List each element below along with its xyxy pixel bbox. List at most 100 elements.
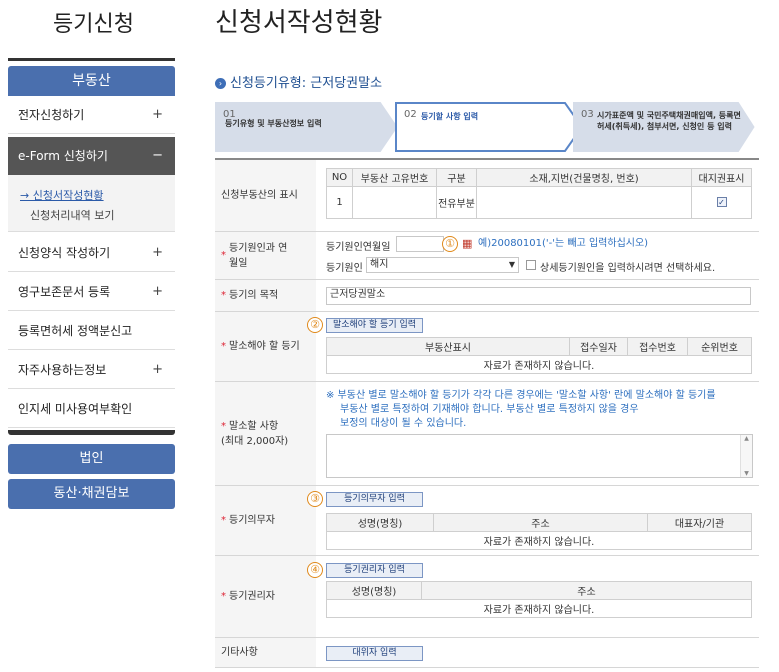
detail-cause-checkbox[interactable]: [526, 260, 536, 270]
collapse-icon: −: [152, 148, 163, 163]
obligor-table: 성명(명칭) 주소 대표자/기관 자료가 존재하지 않습니다.: [326, 513, 752, 550]
scroll-down-icon[interactable]: ▼: [741, 470, 752, 477]
required-mark: *: [221, 250, 226, 261]
obligor-input-button[interactable]: 등기의무자 입력: [326, 492, 423, 507]
sidebar-item-frequent[interactable]: 자주사용하는정보 +: [8, 351, 175, 389]
table-row: 1 전유부분 ✓: [326, 186, 752, 219]
step-indicator: 01 등기유형 및 부동산정보 입력 02 등기할 사항 입력 03 시가표준액…: [215, 102, 755, 152]
cell-land-right: ✓: [691, 186, 752, 219]
sidebar-divider: [8, 58, 175, 61]
col-name: 성명(명칭): [326, 513, 434, 532]
sidebar-item-label: 영구보존문서 등록: [18, 285, 111, 299]
purpose-input[interactable]: 근저당권말소: [326, 287, 751, 305]
empty-message: 자료가 존재하지 않습니다.: [326, 531, 752, 550]
cancel-item-textarea[interactable]: ▲ ▼: [326, 434, 753, 478]
required-mark: *: [221, 290, 226, 301]
step-num: 03: [581, 109, 594, 120]
col-address: 주소: [433, 513, 648, 532]
step-2-shape: [395, 102, 584, 152]
sidebar-item-label: e-Form 신청하기: [18, 149, 108, 163]
cancel-item-note: ※ 부동산 별로 말소해야 할 등기가 각각 다른 경우에는 '말소할 사항' …: [326, 390, 716, 429]
table-header: 성명(명칭) 주소: [326, 581, 752, 600]
marker-4: ④: [307, 562, 323, 578]
expand-icon: +: [152, 362, 163, 377]
sidebar-item-label: 자주사용하는정보: [18, 363, 107, 377]
col-address: 주소: [421, 581, 752, 600]
row-label: 신청부동산의 표시: [215, 160, 316, 231]
col-no: NO: [326, 168, 353, 187]
marker-3: ③: [307, 491, 323, 507]
required-mark: *: [221, 591, 226, 602]
chevron-down-icon: ▼: [508, 260, 515, 269]
step-1: 01 등기유형 및 부동산정보 입력: [215, 102, 400, 152]
arrow-icon: ›: [215, 78, 226, 89]
scroll-up-icon[interactable]: ▲: [741, 435, 752, 442]
row-label: * 등기권리자: [215, 556, 316, 637]
col-date: 접수일자: [569, 337, 628, 356]
sidebar-button-corporation[interactable]: 법인: [8, 444, 175, 474]
table-row: 자료가 존재하지 않습니다.: [326, 531, 752, 550]
col-land-right: 대지권표시: [691, 168, 752, 187]
submenu-item-history[interactable]: 신청처리내역 보기: [30, 207, 114, 223]
submenu-item-status[interactable]: → 신청서작성현황: [20, 187, 104, 203]
col-address: 소재,지번(건물명칭, 번호): [476, 168, 692, 187]
sidebar-item-stamp-tax[interactable]: 인지세 미사용여부확인: [8, 390, 175, 428]
cell-address: [476, 186, 692, 219]
sidebar-button-movable[interactable]: 동산·채권담보: [8, 479, 175, 509]
required-mark: *: [221, 515, 226, 526]
row-purpose: * 등기의 목적 근저당권말소: [215, 280, 759, 312]
table-row: 자료가 존재하지 않습니다.: [326, 599, 752, 618]
row-cause: * 등기원인과 연월일 등기원인연월일 ① ▦ 예)20080101('-'는 빼…: [215, 232, 759, 280]
sidebar-item-form-write[interactable]: 신청양식 작성하기 +: [8, 234, 175, 272]
registry-type-text: 신청등기유형: 근저당권말소: [230, 76, 383, 91]
sidebar-item-label: 전자신청하기: [18, 108, 85, 122]
obligee-input-button[interactable]: 등기권리자 입력: [326, 563, 423, 578]
land-right-checkbox[interactable]: ✓: [716, 197, 727, 207]
sidebar-head-realestate[interactable]: 부동산: [8, 66, 175, 96]
empty-message: 자료가 존재하지 않습니다.: [326, 355, 752, 374]
expand-icon: +: [152, 107, 163, 122]
marker-1: ①: [442, 236, 458, 252]
row-cancel-registration: * 말소해야 할 등기 ② 말소해야 할 등기 입력 부동산표시 접수일자 접수번…: [215, 312, 759, 382]
sidebar-item-archive[interactable]: 영구보존문서 등록 +: [8, 273, 175, 311]
row-label: * 등기원인과 연월일: [215, 232, 316, 279]
col-property: 부동산표시: [326, 337, 570, 356]
required-mark: *: [221, 420, 226, 432]
sidebar-item-license-tax[interactable]: 등록면허세 정액분신고: [8, 312, 175, 350]
subrogor-input-button[interactable]: 대위자 입력: [326, 646, 423, 661]
sidebar-title: 등기신청: [53, 12, 134, 37]
table-header: 부동산표시 접수일자 접수번호 순위번호: [326, 337, 752, 356]
cause-label: 등기원인: [326, 263, 363, 274]
date-input[interactable]: [396, 236, 444, 252]
col-receipt-no: 접수번호: [627, 337, 688, 356]
step-label: 등기유형 및 부동산정보 입력: [225, 119, 322, 128]
property-table: NO 부동산 고유번호 구분 소재,지번(건물명칭, 번호) 대지권표시 1 전…: [326, 168, 752, 219]
row-label: * 등기의 목적: [215, 280, 316, 311]
cell-unique-no: [352, 186, 437, 219]
cancel-registration-table: 부동산표시 접수일자 접수번호 순위번호 자료가 존재하지 않습니다.: [326, 337, 752, 374]
row-cancel-item: * 말소할 사항 (최대 2,000자) ※ 부동산 별로 말소해야 할 등기가 각…: [215, 382, 759, 486]
sidebar-bottom-bar: [8, 430, 175, 435]
row-etc: 기타사항 대위자 입력: [215, 638, 759, 668]
col-unique-no: 부동산 고유번호: [352, 168, 437, 187]
scrollbar[interactable]: ▲ ▼: [740, 435, 752, 477]
row-label: 기타사항: [215, 638, 316, 667]
cancel-registration-button[interactable]: 말소해야 할 등기 입력: [326, 318, 423, 333]
col-name: 성명(명칭): [326, 581, 422, 600]
cell-no: 1: [326, 186, 353, 219]
date-hint: 예)20080101('-'는 빼고 입력하십시오): [478, 238, 649, 249]
sidebar-item-e-apply[interactable]: 전자신청하기 +: [8, 96, 175, 134]
col-rank-no: 순위번호: [687, 337, 752, 356]
cell-kind: 전유부분: [436, 186, 477, 219]
expand-icon: +: [152, 284, 163, 299]
row-label: * 등기의무자: [215, 486, 316, 555]
col-kind: 구분: [436, 168, 477, 187]
step-label: 등기할 사항 입력: [421, 112, 479, 121]
col-representative: 대표자/기관: [647, 513, 752, 532]
detail-cause-label: 상세등기원인을 입력하시려면 선택하세요.: [540, 263, 716, 274]
cause-select[interactable]: 해지 ▼: [366, 257, 519, 273]
sidebar-item-eform[interactable]: e-Form 신청하기 −: [8, 137, 175, 175]
row-obligor: * 등기의무자 ③ 등기의무자 입력 성명(명칭) 주소 대표자/기관 자료가 존…: [215, 486, 759, 556]
calendar-icon[interactable]: ▦: [462, 237, 472, 250]
row-label: * 말소할 사항 (최대 2,000자): [215, 382, 316, 485]
